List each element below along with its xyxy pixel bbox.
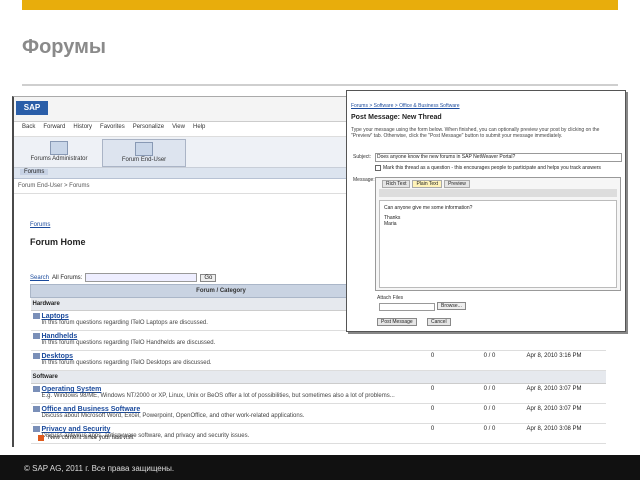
table-row: Operating System E.g. Windows 98/ME, Wind… [30,383,606,404]
last-post-date: Apr 8, 2010 3:07 PM [525,403,606,424]
message-line: Can anyone give me some information? [384,205,473,211]
last-post-date: Apr 8, 2010 3:07 PM [525,383,606,404]
forum-description: Discuss about Microsoft Word, Excel, Pow… [41,413,305,419]
question-checkbox-row[interactable]: Mark this thread as a question - this en… [375,165,601,171]
tab-forums-administrator[interactable]: Forums Administrator [18,139,100,165]
forum-link-handhelds[interactable]: Handhelds [42,333,411,340]
table-row: Desktops In this forum questions regardin… [30,350,606,371]
thread-count: 0 [411,403,454,424]
editor-toolbar[interactable] [379,189,617,197]
message-editor: Rich Text Plain Text Preview Can anyone … [375,177,621,291]
browse-button[interactable]: Browse... [437,302,466,310]
last-post-date: Apr 8, 2010 3:16 PM [525,350,606,371]
forum-description: E.g. Windows 98/ME, Windows NT/2000 or X… [41,393,395,399]
forum-icon [32,406,40,412]
tab-plain-text[interactable]: Plain Text [412,180,443,188]
menu-back[interactable]: Back [22,124,35,130]
new-content-icon [38,435,44,441]
forum-description: In this forum questions regarding ITelO … [41,340,216,346]
cancel-button[interactable]: Cancel [427,318,451,326]
tab-preview[interactable]: Preview [444,180,470,188]
search-link[interactable]: Search [30,275,49,281]
post-message-dialog: Forums > Software > Office & Business So… [346,90,626,332]
menu-forward[interactable]: Forward [43,124,65,130]
title-divider [22,84,618,86]
forum-link-privacy-security[interactable]: Privacy and Security [42,426,411,433]
forum-link-operating-system[interactable]: Operating System [42,386,411,393]
top-accent-bar [22,0,618,10]
table-row: Office and Business Software Discuss abou… [30,403,606,424]
file-input[interactable] [379,303,435,311]
popup-breadcrumb[interactable]: Forums > Software > Office & Business So… [351,103,460,109]
search-row: Search All Forums: Go [30,273,217,282]
thread-count: 0 [411,383,454,404]
menu-help[interactable]: Help [193,124,205,130]
tab-label: Forum End-User [121,157,167,163]
menu-view[interactable]: View [172,124,185,130]
folder-icon [50,141,68,155]
forum-icon [32,426,40,432]
forum-link-office-business[interactable]: Office and Business Software [42,406,411,413]
message-label: Message: [353,177,375,183]
subject-field[interactable]: Does anyone know the new forums in SAP N… [375,153,622,162]
tab-label: Forums Administrator [30,156,88,162]
legend: New content since your last visit [38,435,133,441]
forum-icon [32,333,40,339]
forum-link-desktops[interactable]: Desktops [42,353,411,360]
slide-title: Форумы [22,36,106,58]
thread-count: 0 [411,423,454,444]
post-count: 0 / 0 [453,403,526,424]
post-count: 0 / 0 [453,423,526,444]
popup-title: Post Message: New Thread [351,114,442,121]
footer-copyright: © SAP AG, 2011 г. Все права защищены. [24,464,175,473]
sap-logo: SAP [16,101,48,115]
post-count: 0 / 0 [453,350,526,371]
category-software: Software [30,370,606,384]
thread-count: 0 [411,350,454,371]
forum-icon [32,386,40,392]
menu-personalize[interactable]: Personalize [133,124,164,130]
question-checkbox[interactable] [375,165,381,171]
tab-forum-end-user[interactable]: Forum End-User [102,139,186,167]
menu-favorites[interactable]: Favorites [100,124,125,130]
menu-history[interactable]: History [73,124,92,130]
browser-menu: Back Forward History Favorites Personali… [22,124,205,130]
message-textarea[interactable]: Can anyone give me some information? Tha… [379,200,617,288]
forum-icon [32,313,40,319]
forum-icon [32,353,40,359]
table-row: Handhelds In this forum questions regardi… [30,330,606,351]
attach-files-label[interactable]: Attach Files [377,295,403,301]
search-all-forums-label: All Forums: [52,274,83,281]
page-title: Forum Home [30,237,86,247]
popup-instructions: Type your message using the form below. … [351,127,600,139]
message-line: Maria [384,221,397,227]
go-button[interactable]: Go [200,273,217,282]
post-message-button[interactable]: Post Message [377,318,417,326]
forums-link[interactable]: Forums [30,222,50,228]
subject-label: Subject: [353,154,372,160]
folder-icon [135,142,153,156]
legend-text: New content since your last visit [48,435,134,441]
forum-description: In this forum questions regarding ITelO … [41,360,212,366]
search-input[interactable] [85,273,198,282]
tab-rich-text[interactable]: Rich Text [382,180,411,188]
last-post-date: Apr 8, 2010 3:08 PM [525,423,606,444]
editor-tabs: Rich Text Plain Text Preview [376,178,620,188]
question-label: Mark this thread as a question - this en… [383,165,601,171]
post-count: 0 / 0 [453,383,526,404]
sub-tab-forums[interactable]: Forums [20,169,49,175]
